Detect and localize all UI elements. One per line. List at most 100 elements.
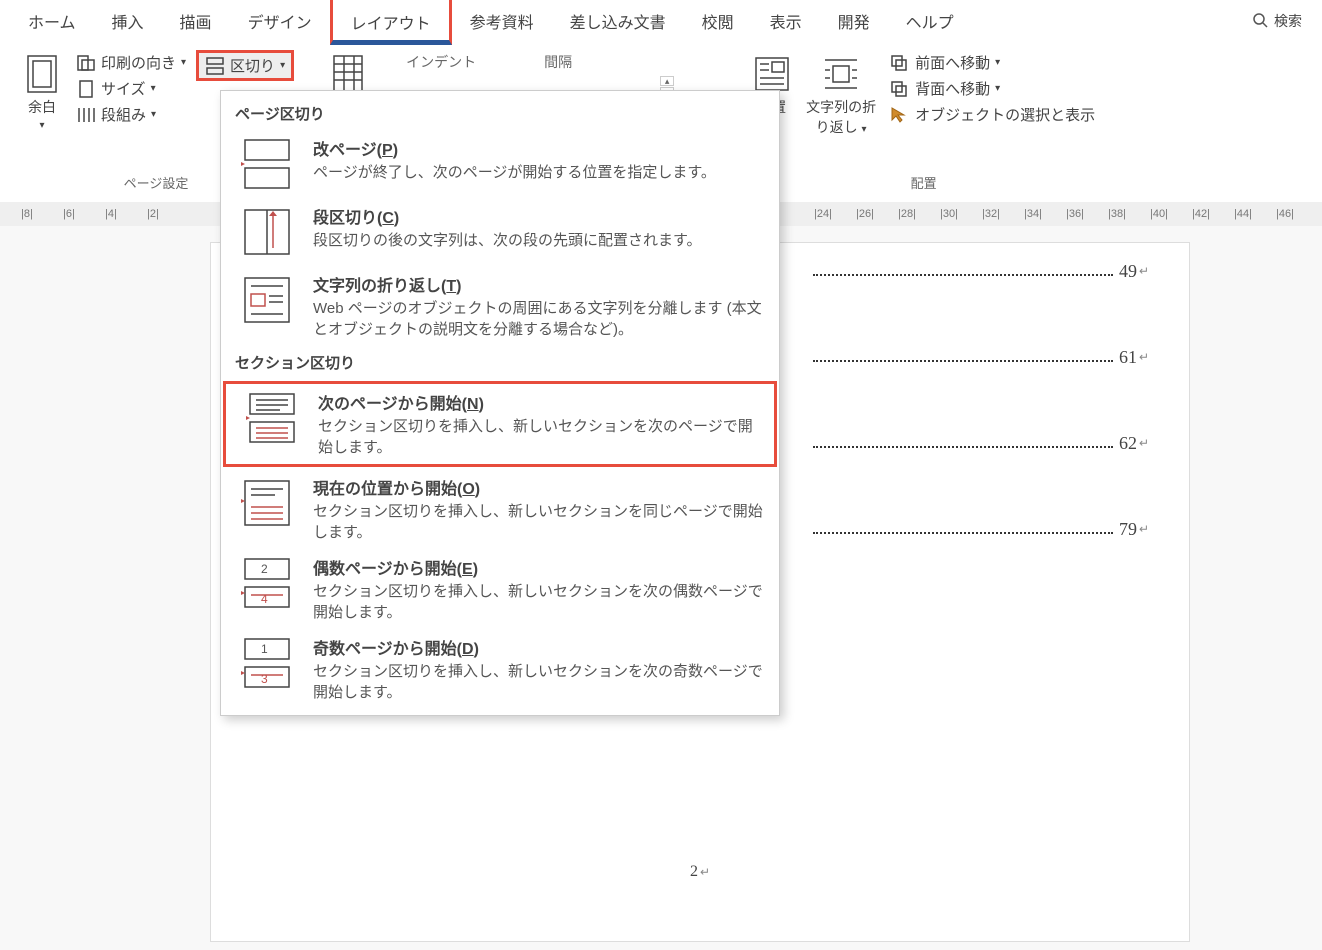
toc-page-number: 62: [1119, 433, 1137, 454]
break-wrap-title: 文字列の折り返し(T): [313, 272, 765, 296]
paragraph-mark-icon: ↵: [1139, 350, 1149, 364]
margins-button[interactable]: 余白 ▾: [18, 50, 66, 173]
selection-label: オブジェクトの選択と表示: [915, 104, 1095, 125]
orientation-button[interactable]: 印刷の向き ▾: [72, 50, 190, 75]
size-button[interactable]: サイズ ▾: [72, 76, 190, 101]
break-even-item[interactable]: 24 偶数ページから開始(E) セクション区切りを挿入し、新しいセクションを次の…: [221, 549, 779, 629]
wrap-label-1: 文字列の折: [806, 97, 876, 117]
selection-icon: [890, 106, 910, 124]
size-label: サイズ: [101, 78, 146, 99]
break-page-title: 改ページ(P): [313, 136, 765, 160]
toc-page-number: 79: [1119, 519, 1137, 540]
even-break-icon: 24: [235, 555, 299, 611]
svg-text:3: 3: [261, 672, 268, 686]
chevron-down-icon: ▾: [995, 83, 1000, 94]
page-breaks-header: ページ区切り: [221, 97, 779, 130]
tab-developer[interactable]: 開発: [820, 0, 888, 43]
break-wrap-item[interactable]: 文字列の折り返し(T) Web ページのオブジェクトの周囲にある文字列を分離しま…: [221, 266, 779, 346]
bring-forward-label: 前面へ移動: [915, 52, 990, 73]
chevron-down-icon: ▾: [151, 109, 156, 120]
chevron-down-icon: ▾: [995, 57, 1000, 68]
bring-forward-button[interactable]: 前面へ移動 ▾: [886, 50, 1099, 75]
chevron-down-icon: ▾: [862, 124, 867, 135]
break-next-page-item[interactable]: 次のページから開始(N) セクション区切りを挿入し、新しいセクションを次のページ…: [223, 381, 777, 467]
tab-home[interactable]: ホーム: [10, 0, 94, 43]
tab-references[interactable]: 参考資料: [452, 0, 552, 43]
tab-review[interactable]: 校閲: [684, 0, 752, 43]
break-page-item[interactable]: 改ページ(P) ページが終了し、次のページが開始する位置を指定します。: [221, 130, 779, 198]
tab-design[interactable]: デザイン: [230, 0, 330, 43]
break-next-page-title: 次のページから開始(N): [318, 390, 760, 414]
paragraph-mark-icon: ↵: [1139, 522, 1149, 536]
chevron-down-icon: ▾: [39, 120, 44, 131]
search-area[interactable]: 検索: [1252, 11, 1322, 31]
svg-text:4: 4: [261, 592, 268, 606]
columns-label: 段組み: [101, 104, 146, 125]
toc-page-number: 61: [1119, 347, 1137, 368]
break-wrap-desc: Web ページのオブジェクトの周囲にある文字列を分離します (本文とオブジェクト…: [313, 298, 765, 340]
chevron-down-icon: ▾: [181, 57, 186, 68]
page-number: 2↵: [690, 863, 710, 881]
column-break-icon: [235, 204, 299, 260]
tab-help[interactable]: ヘルプ: [888, 0, 972, 43]
chevron-down-icon: ▾: [151, 83, 156, 94]
continuous-break-icon: [235, 475, 299, 531]
odd-break-icon: 13: [235, 635, 299, 691]
toc-leader: [813, 352, 1113, 362]
orientation-icon: [76, 54, 96, 72]
paragraph-mark-icon: ↵: [700, 865, 710, 879]
ribbon-tabs: ホーム 挿入 描画 デザイン レイアウト 参考資料 差し込み文書 校閲 表示 開…: [0, 0, 1322, 42]
send-backward-label: 背面へ移動: [915, 78, 990, 99]
margins-icon: [22, 54, 62, 94]
paragraph-mark-icon: ↵: [1139, 264, 1149, 278]
break-even-desc: セクション区切りを挿入し、新しいセクションを次の偶数ページで開始します。: [313, 581, 765, 623]
break-continuous-title: 現在の位置から開始(O): [313, 475, 765, 499]
breaks-button[interactable]: 区切り ▾: [196, 50, 294, 81]
indent-header: インデント: [402, 50, 480, 74]
break-odd-title: 奇数ページから開始(D): [313, 635, 765, 659]
toc-leader: [813, 438, 1113, 448]
columns-icon: [76, 106, 96, 124]
tab-insert[interactable]: 挿入: [94, 0, 162, 43]
wrap-icon: [821, 54, 861, 94]
toc-leader: [813, 266, 1113, 276]
tab-draw[interactable]: 描画: [162, 0, 230, 43]
breaks-label: 区切り: [230, 55, 275, 76]
orientation-label: 印刷の向き: [101, 52, 176, 73]
spinner-up[interactable]: ▴: [660, 76, 674, 86]
search-icon: [1252, 12, 1268, 31]
chevron-down-icon: ▾: [280, 60, 285, 71]
section-breaks-header: セクション区切り: [221, 346, 779, 379]
wrap-button[interactable]: 文字列の折 り返し ▾: [802, 50, 880, 173]
wrap-break-icon: [235, 272, 299, 328]
break-column-desc: 段区切りの後の文字列は、次の段の先頭に配置されます。: [313, 230, 765, 251]
columns-button[interactable]: 段組み ▾: [72, 102, 190, 127]
svg-text:1: 1: [261, 642, 268, 656]
break-even-title: 偶数ページから開始(E): [313, 555, 765, 579]
toc-page-number: 49: [1119, 261, 1137, 282]
break-continuous-desc: セクション区切りを挿入し、新しいセクションを同じページで開始します。: [313, 501, 765, 543]
tab-mailings[interactable]: 差し込み文書: [552, 0, 684, 43]
group-arrange: 位置 ▾ 文字列の折 り返し ▾ 前面へ移動▾ 背面へ移動▾: [740, 48, 1107, 196]
break-column-item[interactable]: 段区切り(C) 段区切りの後の文字列は、次の段の先頭に配置されます。: [221, 198, 779, 266]
margins-label: 余白: [28, 97, 56, 117]
paragraph-mark-icon: ↵: [1139, 436, 1149, 450]
break-odd-desc: セクション区切りを挿入し、新しいセクションを次の奇数ページで開始します。: [313, 661, 765, 703]
break-continuous-item[interactable]: 現在の位置から開始(O) セクション区切りを挿入し、新しいセクションを同じページ…: [221, 469, 779, 549]
spacing-header: 間隔: [540, 50, 576, 74]
toc-leader: [813, 524, 1113, 534]
next-page-break-icon: [240, 390, 304, 446]
selection-pane-button[interactable]: オブジェクトの選択と表示: [886, 102, 1099, 127]
svg-text:2: 2: [261, 562, 268, 576]
send-backward-button[interactable]: 背面へ移動 ▾: [886, 76, 1099, 101]
tab-view[interactable]: 表示: [752, 0, 820, 43]
bring-forward-icon: [890, 54, 910, 72]
send-backward-icon: [890, 80, 910, 98]
group-arrange-label: 配置: [748, 173, 1099, 194]
tab-layout[interactable]: レイアウト: [330, 0, 452, 45]
wrap-label-2: り返し: [816, 119, 858, 135]
breaks-icon: [205, 57, 225, 75]
break-next-page-desc: セクション区切りを挿入し、新しいセクションを次のページで開始します。: [318, 416, 760, 458]
break-odd-item[interactable]: 13 奇数ページから開始(D) セクション区切りを挿入し、新しいセクションを次の…: [221, 629, 779, 709]
size-icon: [76, 80, 96, 98]
